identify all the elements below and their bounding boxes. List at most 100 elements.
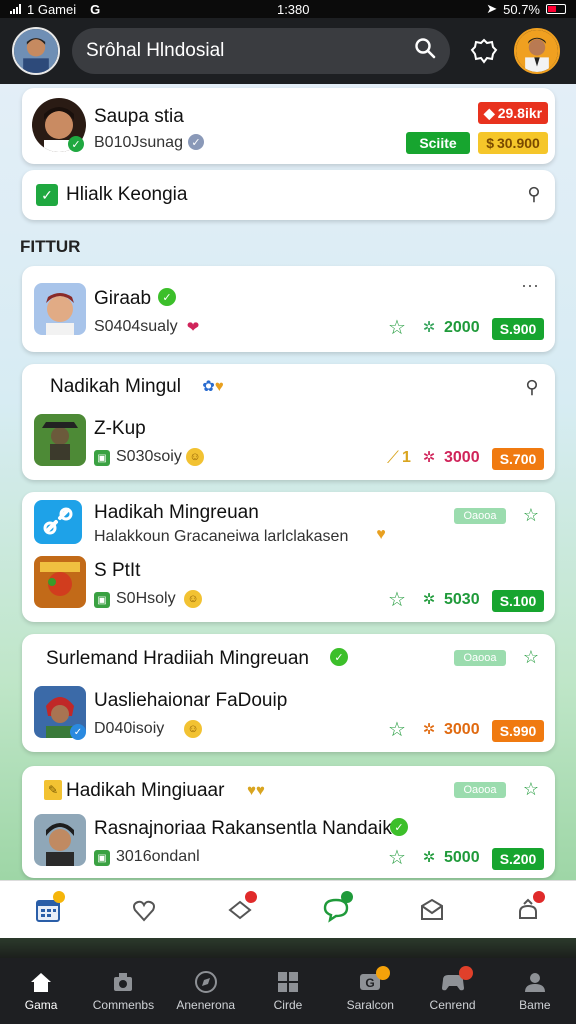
status-bar: 1 Gamei G 1:380 ➤ 50.7% bbox=[0, 0, 576, 18]
game-title: Rasnajnoriaa Rakansentla Nandaik bbox=[94, 818, 392, 839]
game-card-spit[interactable]: Hadikah Mingreuan Halakkoun Gracaneiwa l… bbox=[22, 492, 555, 622]
leaf-icon: ✓ bbox=[158, 288, 176, 306]
nav-badge bbox=[376, 966, 391, 980]
avatar[interactable] bbox=[12, 27, 60, 75]
sparkle-icon: ✲ bbox=[422, 721, 436, 738]
game-card-zkup[interactable]: Nadikah Mingul ✿ ♥ ⚲ Z-Kup ▣ S030soiy ☺ ⟋… bbox=[22, 364, 555, 480]
pin-icon[interactable]: ☆ bbox=[520, 504, 542, 526]
diamond-icon: ◆ bbox=[483, 104, 495, 121]
battery-percent: 50.7% bbox=[503, 1, 540, 17]
grid-icon bbox=[277, 972, 298, 992]
heart-icon: ♥ bbox=[376, 526, 386, 543]
coin-icon: $ bbox=[486, 135, 494, 151]
price-button[interactable]: S.200 bbox=[492, 848, 544, 870]
link-icon-tile bbox=[34, 500, 82, 544]
tag-pill: Oaooa bbox=[454, 782, 506, 798]
game-subtitle: S030soiy bbox=[116, 448, 182, 465]
pin-icon[interactable]: ☆ bbox=[520, 646, 542, 668]
gift-icon[interactable] bbox=[217, 887, 263, 933]
profile-avatar[interactable] bbox=[514, 28, 560, 74]
nav-circle[interactable]: Cirde bbox=[252, 970, 324, 1012]
game-thumbnail bbox=[34, 556, 86, 608]
heart-icon[interactable] bbox=[121, 887, 167, 933]
game-score: 5030 bbox=[444, 591, 480, 608]
signal-icon bbox=[10, 4, 21, 14]
keongia-card[interactable]: ✓ Hlialk Keongia ⚲ bbox=[22, 170, 555, 220]
reward-description: Halakkoun Gracaneiwa larlclakasen bbox=[94, 528, 349, 545]
cube-icon: ▣ bbox=[94, 592, 110, 608]
nav-label: Cenrend bbox=[429, 998, 476, 1012]
notification-dot bbox=[341, 890, 353, 903]
sparkle-icon: ✲ bbox=[422, 591, 436, 608]
nav-profile[interactable]: Bame bbox=[499, 970, 571, 1012]
clock: 1:380 bbox=[276, 1, 310, 17]
nav-comments[interactable]: Commenbs bbox=[87, 970, 159, 1012]
coin-badge[interactable]: $30.900 bbox=[478, 132, 548, 154]
game-title: Giraab bbox=[94, 288, 152, 309]
weekly-reward-header: Nadikah Mingul bbox=[50, 376, 181, 397]
game-title: S PtIt bbox=[94, 560, 141, 581]
verified-check-icon: ✓ bbox=[68, 136, 84, 152]
notification-dot bbox=[53, 890, 65, 903]
keongia-title: Hlialk Keongia bbox=[66, 184, 188, 205]
price-button[interactable]: S.990 bbox=[492, 720, 544, 742]
search-text[interactable]: Srôhal Hlndosial bbox=[86, 40, 414, 62]
game-title: Z-Kup bbox=[94, 418, 146, 439]
battery-icon bbox=[546, 4, 566, 14]
game-score: 5000 bbox=[444, 849, 480, 866]
pin-icon[interactable]: ⚲ bbox=[520, 376, 544, 398]
pin-icon[interactable]: ☆ bbox=[520, 778, 542, 800]
location-icon: ➤ bbox=[486, 1, 498, 16]
sparkle-icon: ✲ bbox=[422, 449, 436, 466]
profile-icon bbox=[524, 973, 545, 992]
nav-saralcon[interactable]: G Saralcon bbox=[334, 966, 406, 1012]
smile-icon: ☺ bbox=[184, 720, 202, 738]
game-subtitle: S0404sualy bbox=[94, 318, 178, 335]
game-subtitle: 3016ondanl bbox=[116, 848, 200, 865]
cube-icon: ▣ bbox=[94, 450, 110, 466]
featured-user-card[interactable]: ✓ Saupa stia B010Jsunag ✓ ◆ 29.8ikr Sciit… bbox=[22, 88, 555, 164]
game-card-nandaik[interactable]: ✎ Hadikah Mingiuaar ♥♥ Oaooa ☆ Rasnajnor… bbox=[22, 766, 555, 878]
nav-cenrend[interactable]: Cenrend bbox=[417, 966, 489, 1012]
user-gift-icon[interactable] bbox=[505, 887, 551, 933]
chat-icon[interactable] bbox=[313, 887, 359, 933]
search-icon[interactable] bbox=[414, 37, 436, 65]
game-card-faDouip[interactable]: Surlemand Hradiiah Mingreuan ✓ Oaooa ☆ ✓… bbox=[22, 634, 555, 752]
nav-explore[interactable]: Anenerona bbox=[170, 970, 242, 1012]
quick-actions-bar bbox=[0, 880, 576, 938]
verified-badge-icon: ✓ bbox=[188, 134, 204, 150]
price-button[interactable]: S.900 bbox=[492, 318, 544, 340]
bottom-navigation: Gama Commenbs Anenerona Cirde G Saralcon… bbox=[0, 958, 576, 1024]
tag-pill: Oaooa bbox=[454, 508, 506, 524]
calendar-icon[interactable] bbox=[25, 887, 71, 933]
cube-icon: ▣ bbox=[94, 850, 110, 866]
game-thumbnail bbox=[34, 414, 86, 466]
nav-home[interactable]: Gama bbox=[5, 970, 77, 1012]
nav-label: Cirde bbox=[273, 998, 303, 1012]
divider-strip bbox=[0, 938, 576, 958]
star-outline-icon[interactable]: ☆ bbox=[386, 588, 408, 611]
more-options-icon[interactable]: ··· bbox=[518, 275, 542, 295]
star-outline-icon[interactable]: ☆ bbox=[386, 846, 408, 869]
sparkle-icon: ✲ bbox=[422, 319, 436, 336]
game-thumbnail bbox=[34, 283, 86, 335]
game-score: 3000 bbox=[444, 721, 480, 738]
checkbox-icon[interactable]: ✓ bbox=[36, 184, 58, 206]
weekly-reward-header: Hadikah Mingreuan bbox=[94, 502, 259, 523]
smile-icon: ☺ bbox=[186, 448, 204, 466]
search-bar[interactable]: Srôhal Hlndosial bbox=[72, 28, 450, 74]
mail-icon[interactable] bbox=[409, 887, 455, 933]
verified-check-icon: ✓ bbox=[70, 724, 86, 740]
price-button[interactable]: S.100 bbox=[492, 590, 544, 612]
app-header: Srôhal Hlndosial bbox=[0, 18, 576, 84]
game-card-giraab[interactable]: Giraab ✓ S0404sualy ❤ ··· ☆ ✲ 2000 S.900 bbox=[22, 266, 555, 352]
price-button[interactable]: S.700 bbox=[492, 448, 544, 470]
star-outline-icon[interactable]: ☆ bbox=[386, 718, 408, 741]
nav-label: Saralcon bbox=[346, 998, 394, 1012]
settings-gear-icon[interactable] bbox=[462, 29, 506, 73]
status-button[interactable]: Sciite bbox=[406, 132, 470, 154]
notification-dot bbox=[245, 890, 257, 903]
pin-icon[interactable]: ⚲ bbox=[522, 182, 546, 206]
star-outline-icon[interactable]: ☆ bbox=[386, 316, 408, 339]
weekly-reward-header: Surlemand Hradiiah Mingreuan bbox=[46, 648, 309, 669]
